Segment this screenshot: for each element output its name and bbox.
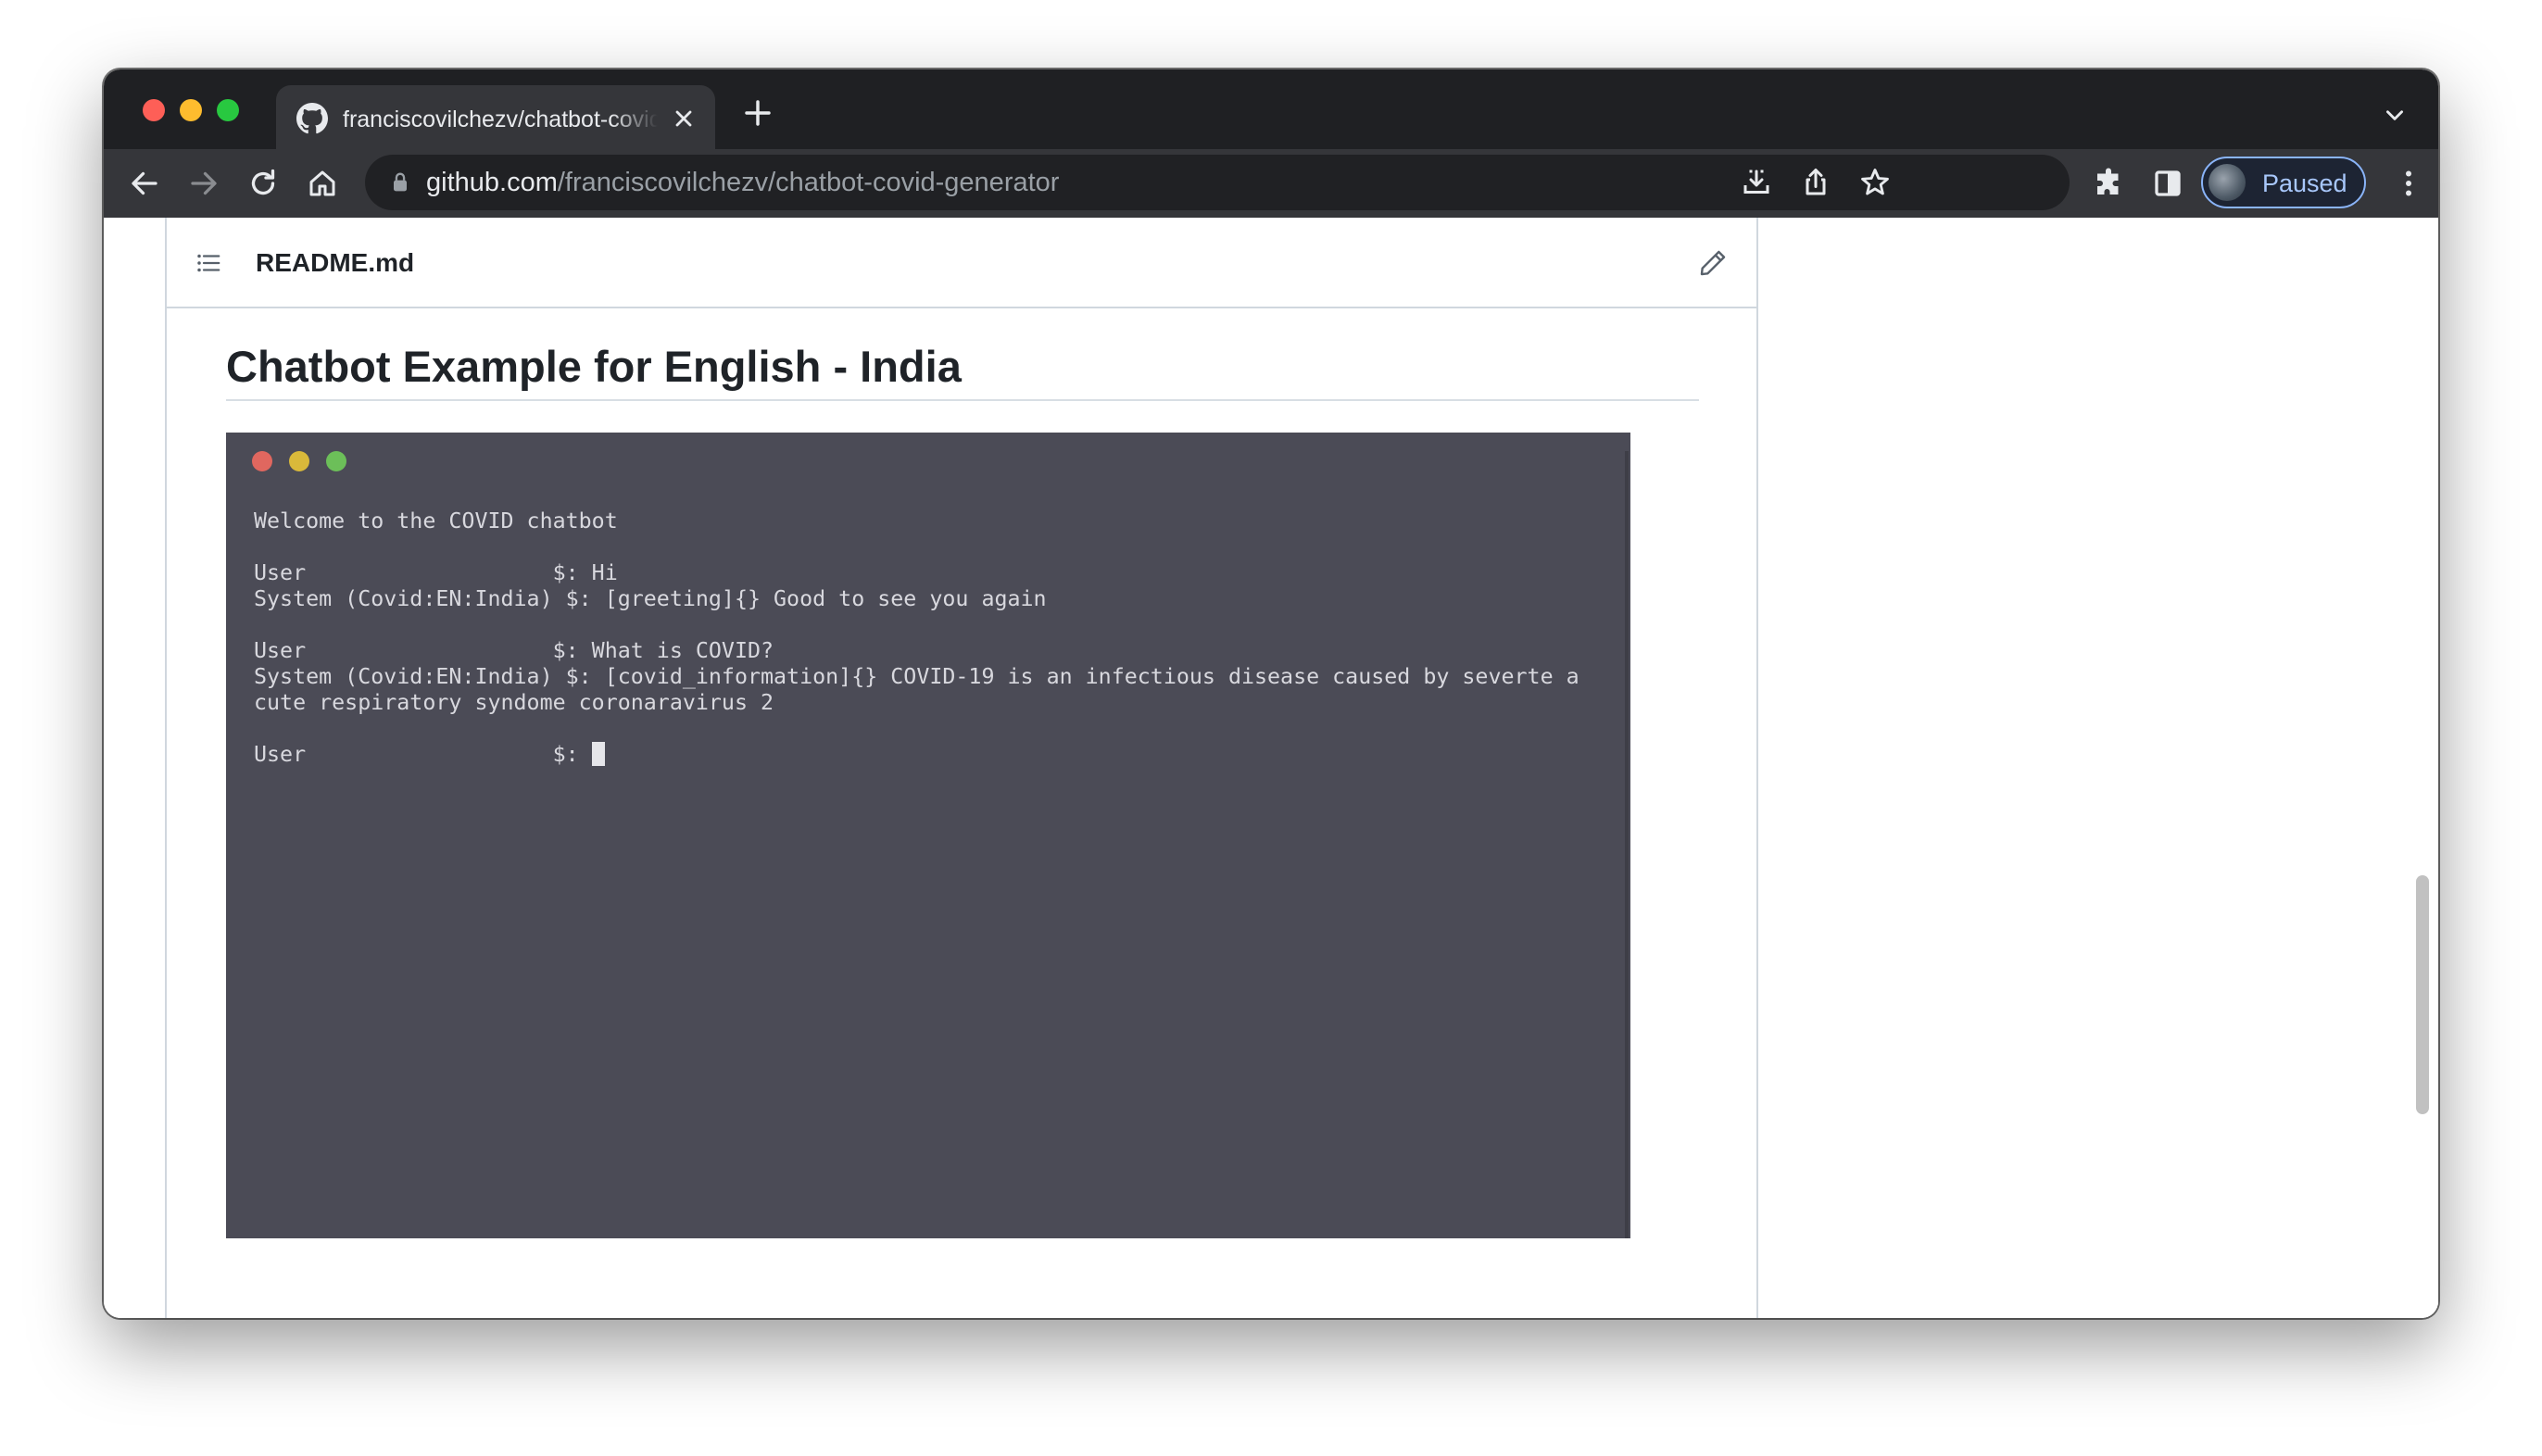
avatar <box>2209 164 2246 201</box>
side-panel-icon[interactable] <box>2151 167 2184 200</box>
window-minimize-button[interactable] <box>180 99 202 121</box>
reload-icon[interactable] <box>246 167 280 200</box>
terminal-red-dot <box>252 451 272 471</box>
browser-window: franciscovilchezv/chatbot-covid-generato… <box>104 69 2438 1318</box>
terminal-line: User $: What is COVID? <box>254 638 774 663</box>
share-icon[interactable] <box>1799 166 1832 199</box>
more-menu-icon[interactable] <box>2392 167 2425 200</box>
terminal-green-dot <box>326 451 346 471</box>
github-icon <box>296 103 328 134</box>
home-icon[interactable] <box>306 167 339 200</box>
readme-header: README.md <box>167 220 1756 308</box>
scrollbar-thumb[interactable] <box>2416 875 2429 1114</box>
new-tab-plus-icon[interactable] <box>743 98 773 128</box>
url-path: /franciscovilchezv/chatbot-covid-generat… <box>557 168 1060 197</box>
terminal-cursor <box>591 742 605 766</box>
terminal-line: System (Covid:EN:India) $: [greeting]{} … <box>254 586 1047 611</box>
terminal-prompt: User $: <box>254 742 592 767</box>
table-of-contents-icon[interactable] <box>195 249 222 277</box>
lock-icon[interactable] <box>387 169 413 195</box>
window-zoom-button[interactable] <box>217 99 239 121</box>
forward-arrow-icon[interactable] <box>187 167 220 200</box>
right-sidebar <box>1758 218 2314 1318</box>
install-app-icon[interactable] <box>1740 166 1773 199</box>
extensions-puzzle-icon[interactable] <box>2092 167 2125 200</box>
terminal-line: User $: Hi <box>254 560 618 585</box>
back-arrow-icon[interactable] <box>128 167 161 200</box>
terminal-output: Welcome to the COVID chatbot User $: Hi … <box>254 508 1579 768</box>
tab-strip: franciscovilchezv/chatbot-covid-generato… <box>104 69 2438 149</box>
terminal-prompt-line: User $: <box>254 742 1579 768</box>
scrollbar[interactable] <box>2407 218 2438 1318</box>
readme-container: README.md Chatbot Example for English - … <box>165 218 1758 1318</box>
terminal-line: Welcome to the COVID chatbot <box>254 508 618 533</box>
terminal-yellow-dot <box>289 451 309 471</box>
browser-toolbar: github.com/franciscovilchezv/chatbot-cov… <box>104 149 2438 220</box>
window-close-button[interactable] <box>143 99 165 121</box>
bookmark-star-icon[interactable] <box>1858 166 1892 199</box>
profile-button[interactable]: Paused <box>2201 157 2366 208</box>
close-icon[interactable] <box>671 106 697 132</box>
tab-title: franciscovilchezv/chatbot-covid-generato… <box>343 107 658 132</box>
url-text: github.com/franciscovilchezv/chatbot-cov… <box>426 166 1059 199</box>
browser-tab[interactable]: franciscovilchezv/chatbot-covid-generato… <box>276 85 715 149</box>
page-content: README.md Chatbot Example for English - … <box>104 218 2438 1318</box>
url-host: github.com <box>426 168 558 197</box>
terminal-screenshot: Welcome to the COVID chatbot User $: Hi … <box>226 433 1630 1238</box>
profile-status: Paused <box>2262 169 2347 197</box>
terminal-line: cute respiratory syndome coronaravirus 2 <box>254 690 774 715</box>
terminal-line: System (Covid:EN:India) $: [covid_inform… <box>254 664 1579 689</box>
chevron-down-icon[interactable] <box>2383 103 2407 127</box>
terminal-edge <box>1625 451 1629 1238</box>
pencil-edit-icon[interactable] <box>1697 247 1729 279</box>
readme-heading: Chatbot Example for English - India <box>226 338 1699 401</box>
readme-file-name[interactable]: README.md <box>256 247 414 279</box>
address-bar[interactable]: github.com/franciscovilchezv/chatbot-cov… <box>365 155 2070 210</box>
